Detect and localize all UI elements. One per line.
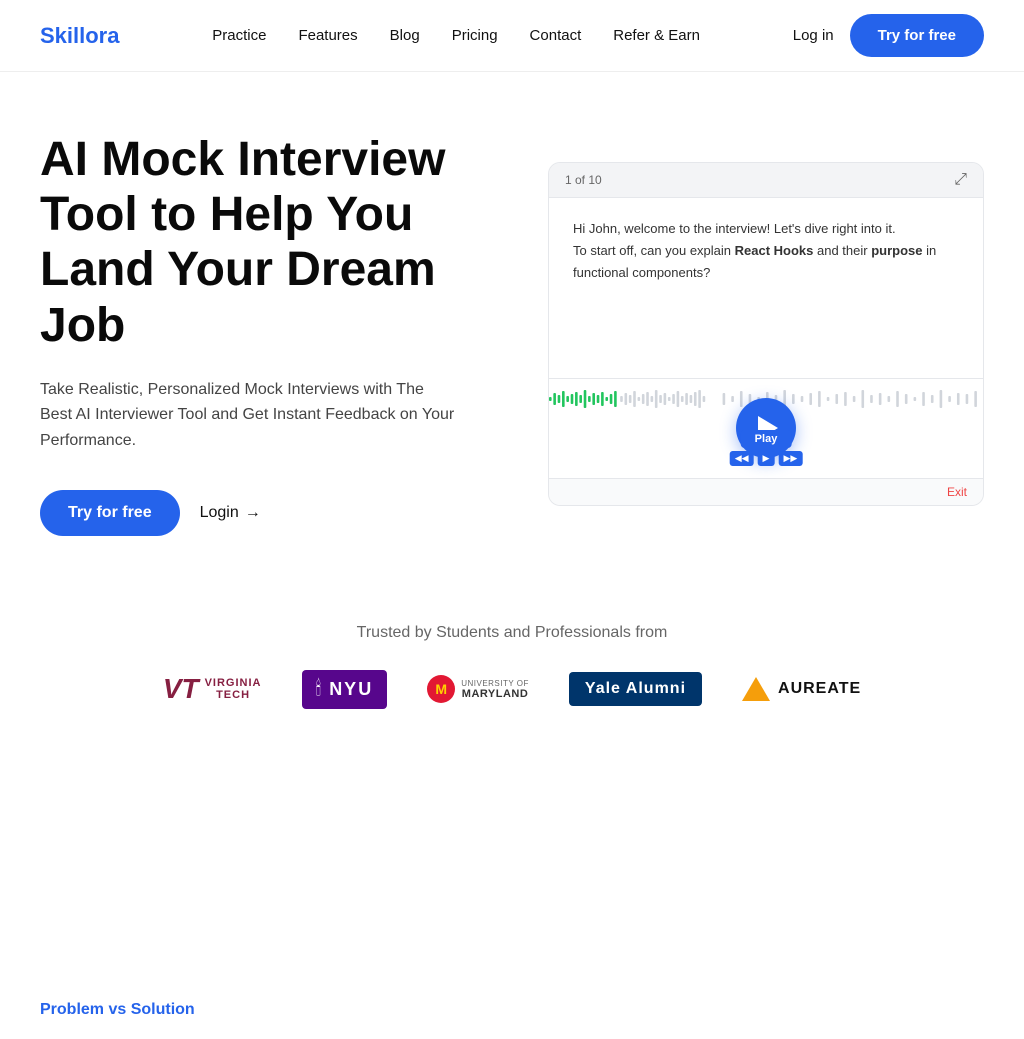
spacer [0,741,1024,941]
umd-icon: M [427,675,455,703]
video-content: Hi John, welcome to the interview! Let's… [549,198,983,378]
hero-subtitle: Take Realistic, Personalized Mock Interv… [40,377,460,454]
trusted-label: Trusted by Students and Professionals fr… [40,624,984,642]
hero-section: AI Mock Interview Tool to Help You Land … [0,72,1024,576]
logo-aureate: AUREATE [742,677,861,701]
play-sub-icon-2: ▶ [758,451,775,466]
hero-right: 1 of 10 ⤢ Hi John, welcome to the interv… [548,162,984,506]
aureate-triangle-icon [742,677,770,701]
nyu-icon: 🕯 [316,678,322,701]
aureate-text: AUREATE [778,680,861,698]
video-top-bar: 1 of 10 ⤢ [549,163,983,198]
nav-features[interactable]: Features [298,27,357,44]
nav-right: Log in Try for free [793,14,984,58]
play-label-pill: Play [741,430,792,448]
arrow-right-icon: → [245,504,261,522]
vt-text: VIRGINIA TECH [205,677,262,701]
play-button[interactable] [736,398,796,458]
hero-left: AI Mock Interview Tool to Help You Land … [40,132,500,536]
navbar: Skillora Practice Features Blog Pricing … [0,0,1024,72]
nav-refer-earn[interactable]: Refer & Earn [613,27,700,44]
vt-mark: VT [163,673,199,705]
nav-try-free-button[interactable]: Try for free [850,14,984,58]
logo-virginia-tech: VT VIRGINIA TECH [163,673,262,705]
nav-login-link[interactable]: Log in [793,27,834,44]
nav-pricing[interactable]: Pricing [452,27,498,44]
hero-title: AI Mock Interview Tool to Help You Land … [40,132,500,353]
exit-button[interactable]: Exit [947,485,967,499]
hero-actions: Try for free Login → [40,490,500,536]
play-sub-icons: ◀◀ ▶ ▶▶ [730,451,803,466]
waveform-area: Play ◀◀ ▶ ▶▶ [549,378,983,478]
hero-login-button[interactable]: Login → [200,504,261,522]
play-sub-icon-3: ▶▶ [778,451,802,466]
logos-row: VT VIRGINIA TECH 🕯 NYU M UNIVERSITY OF M… [40,670,984,709]
umd-text: UNIVERSITY OF MARYLAND [461,679,529,700]
expand-icon[interactable]: ⤢ [954,171,967,189]
nyu-text: NYU [329,679,373,700]
hero-try-free-button[interactable]: Try for free [40,490,180,536]
problem-section-label: Problem vs Solution [40,1001,195,1018]
nav-practice[interactable]: Practice [212,27,266,44]
video-bottom-bar: Exit [549,478,983,505]
interview-text: Hi John, welcome to the interview! Let's… [573,218,959,284]
logo-umd: M UNIVERSITY OF MARYLAND [427,675,529,703]
hero-login-label: Login [200,504,239,522]
logo-yale: Yale Alumni [569,672,702,706]
video-panel: 1 of 10 ⤢ Hi John, welcome to the interv… [548,162,984,506]
brand-logo[interactable]: Skillora [40,23,119,49]
play-sub-icon-1: ◀◀ [730,451,754,466]
nav-blog[interactable]: Blog [390,27,420,44]
video-counter: 1 of 10 [565,173,602,187]
trusted-section: Trusted by Students and Professionals fr… [0,576,1024,741]
nav-links: Practice Features Blog Pricing Contact R… [212,27,700,44]
nav-contact[interactable]: Contact [530,27,582,44]
logo-nyu: 🕯 NYU [302,670,388,709]
